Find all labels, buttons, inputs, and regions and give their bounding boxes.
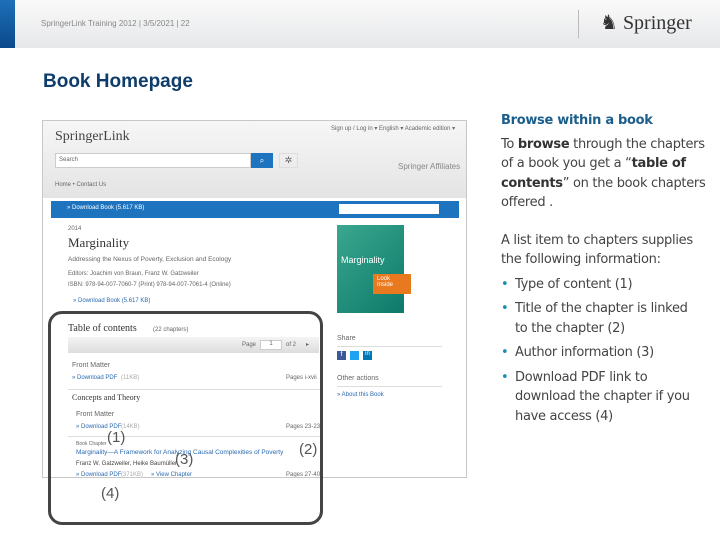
bullet-item: Type of content (1): [501, 275, 711, 295]
highlight-frame: [48, 311, 323, 525]
year: 2014: [68, 226, 82, 232]
gear-icon[interactable]: ✲: [279, 153, 298, 168]
top-links[interactable]: Sign up / Log in ▾ English ▾ Academic ed…: [331, 125, 455, 132]
text: To: [501, 136, 518, 152]
divider: [337, 386, 442, 387]
book-title: Marginality: [68, 235, 130, 250]
breadcrumb[interactable]: Home • Contact Us: [55, 182, 106, 188]
annotation-3: (3): [175, 451, 194, 468]
annotation-4: (4): [101, 485, 120, 502]
about-book-link[interactable]: » About this Book: [337, 392, 384, 398]
annotation-1: (1): [107, 429, 126, 446]
share-heading: Share: [337, 335, 356, 342]
linkedin-icon[interactable]: in: [363, 351, 372, 360]
download-book-link-2[interactable]: » Download Book (5.617 KB): [73, 298, 150, 304]
side-heading: Browse within a book: [501, 113, 653, 128]
search-icon[interactable]: ⌕: [251, 153, 273, 168]
divider: [578, 10, 579, 38]
twitter-icon[interactable]: [350, 351, 359, 360]
download-book-link[interactable]: » Download Book (5.617 KB): [67, 205, 144, 211]
download-bar: » Download Book (5.617 KB): [51, 201, 459, 218]
affiliates-label: Springer Affiliates: [398, 162, 461, 171]
search-input[interactable]: Search: [55, 153, 251, 168]
facebook-icon[interactable]: f: [337, 351, 346, 360]
book-subtitle: Addressing the Nexus of Poverty, Exclusi…: [68, 256, 232, 263]
other-actions-heading: Other actions: [337, 375, 379, 382]
cover-title: Marginality: [341, 255, 385, 265]
text: browse: [517, 136, 570, 152]
page-title: Book Homepage: [43, 71, 193, 92]
annotation-2: (2): [299, 441, 318, 458]
logo-text: Springer: [622, 12, 692, 34]
share-icons: f in: [337, 351, 372, 360]
list-intro: A list item to chapters supplies the fol…: [501, 232, 693, 268]
isbn: ISBN: 978-94-007-7060-7 (Print) 978-94-0…: [68, 282, 231, 288]
explanation-panel: Browse within a book To browse through t…: [501, 111, 711, 426]
bullet-item: Download PDF link to download the chapte…: [501, 368, 711, 427]
bullet-item: Author information (3): [501, 343, 711, 363]
within-book-search[interactable]: [339, 204, 439, 214]
accent-bar: [0, 0, 15, 48]
springerlink-logo: SpringerLink: [55, 129, 130, 144]
editors: Editors: Joachim von Braun, Franz W. Gat…: [68, 271, 199, 277]
horse-icon: ♞: [600, 12, 618, 34]
intro-paragraph: To browse through the chapters of a book…: [501, 135, 711, 213]
divider: [337, 346, 442, 347]
book-cover[interactable]: Marginality: [337, 225, 404, 313]
springer-logo: ♞ Springer: [600, 10, 692, 35]
look-inside-button[interactable]: Look Inside: [373, 274, 411, 294]
slide-footer-text: SpringerLink Training 2012 | 3/5/2021 | …: [41, 19, 190, 28]
bullet-item: Title of the chapter is linked to the ch…: [501, 299, 691, 338]
